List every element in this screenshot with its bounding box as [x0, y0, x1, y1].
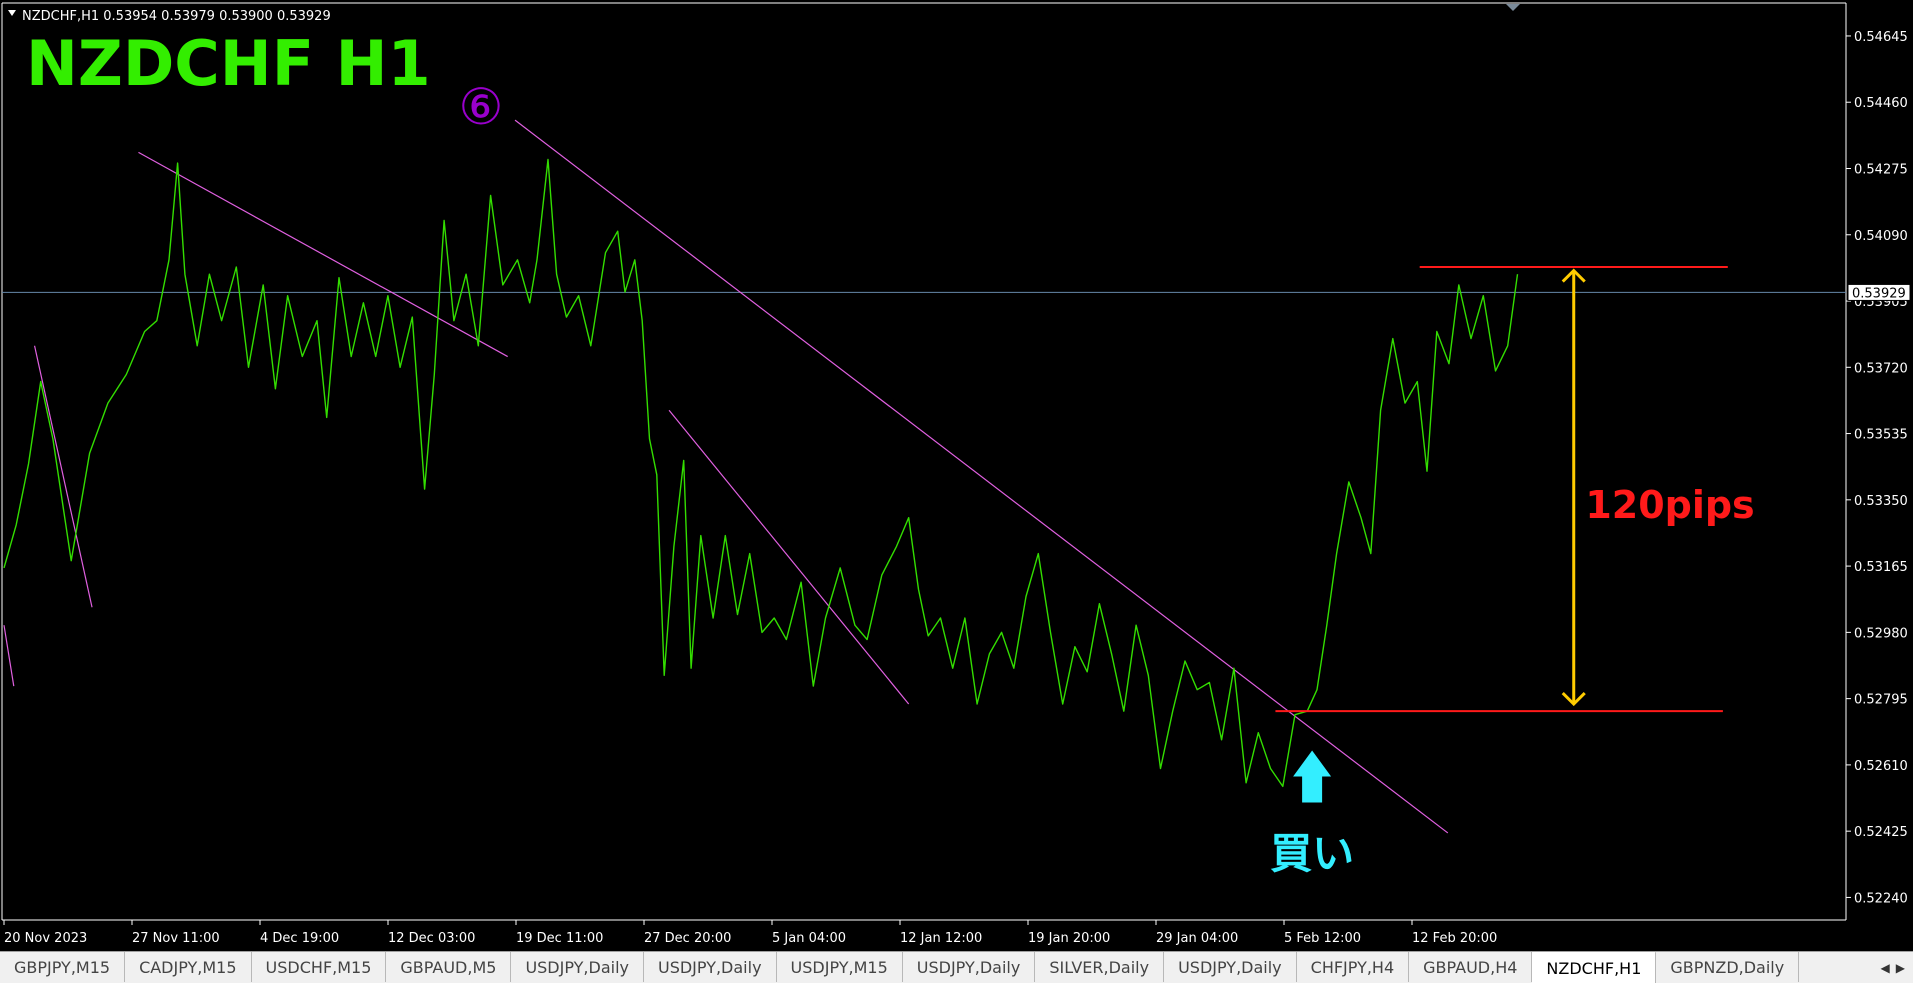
chart-title: NZDCHF H1 — [26, 27, 431, 100]
current-price-tag: 0.53929 — [1847, 283, 1911, 301]
chart-tab[interactable]: CHFJPY,H4 — [1297, 952, 1410, 982]
price-tick-label: 0.54275 — [1854, 162, 1908, 177]
chart-tab[interactable]: USDJPY,Daily — [511, 952, 644, 982]
time-tick-label: 12 Feb 20:00 — [1412, 931, 1497, 946]
time-tick-label: 12 Dec 03:00 — [388, 931, 475, 946]
price-tick-label: 0.53350 — [1854, 494, 1908, 509]
time-tick-label: 5 Feb 12:00 — [1284, 931, 1361, 946]
price-tick-label: 0.52795 — [1854, 693, 1908, 708]
price-tick-label: 0.52240 — [1854, 891, 1908, 906]
price-tick-label: 0.54460 — [1854, 96, 1908, 111]
time-tick-label: 27 Dec 20:00 — [644, 931, 731, 946]
price-tick-label: 0.53165 — [1854, 560, 1908, 575]
time-tick-label: 29 Jan 04:00 — [1156, 931, 1238, 946]
price-tick-label: 0.53720 — [1854, 361, 1908, 376]
chart-tab[interactable]: GBPJPY,M15 — [0, 952, 126, 982]
chart-tab[interactable]: CADJPY,M15 — [125, 952, 252, 982]
price-tick-label: 0.54090 — [1854, 229, 1908, 244]
time-tick-label: 19 Jan 20:00 — [1028, 931, 1110, 946]
chart-tab[interactable]: USDJPY,Daily — [644, 952, 777, 982]
chart-tab[interactable]: NZDCHF,H1 — [1532, 952, 1657, 983]
scroll-left-icon[interactable]: ◀ — [1881, 961, 1890, 975]
time-tick-label: 5 Jan 04:00 — [772, 931, 846, 946]
time-tick-label: 20 Nov 2023 — [4, 931, 87, 946]
chart-tab[interactable]: USDCHF,M15 — [252, 952, 387, 982]
time-tick-label: 4 Dec 19:00 — [260, 931, 339, 946]
chart-tab[interactable]: USDJPY,M15 — [777, 952, 903, 982]
chart-tab[interactable]: GBPAUD,M5 — [386, 952, 512, 982]
trading-terminal: NZDCHF,H1 0.53954 0.53979 0.53900 0.5392… — [0, 0, 1913, 983]
chart-tab[interactable]: SILVER,Daily — [1035, 952, 1165, 982]
price-tick-label: 0.54645 — [1854, 30, 1908, 45]
chart-tab[interactable]: GBPAUD,H4 — [1409, 952, 1533, 982]
chart-canvas[interactable]: NZDCHF,H1 0.53954 0.53979 0.53900 0.5392… — [0, 0, 1913, 950]
time-tick-label: 19 Dec 11:00 — [516, 931, 603, 946]
price-tick-label: 0.52425 — [1854, 825, 1908, 840]
chart-tabs: GBPJPY,M15 CADJPY,M15 USDCHF,M15 GBPAUD,M5 U… — [0, 952, 1800, 983]
price-chart[interactable]: NZDCHF,H1 0.53954 0.53979 0.53900 0.5392… — [0, 0, 1913, 950]
buy-label: 買い — [1270, 829, 1354, 878]
range-label: 120pips — [1585, 483, 1754, 527]
price-tick-label: 0.52980 — [1854, 626, 1908, 641]
chart-tab[interactable]: USDJPY,Daily — [1164, 952, 1297, 982]
time-tick-label: 27 Nov 11:00 — [132, 931, 220, 946]
chart-tab[interactable]: USDJPY,Daily — [903, 952, 1036, 982]
chart-tab-bar: GBPJPY,M15 CADJPY,M15 USDCHF,M15 GBPAUD,M5 U… — [0, 951, 1913, 983]
tab-navigation: ◀ ▶ — [1873, 952, 1913, 983]
chart-tab[interactable]: GBPNZD,Daily — [1656, 952, 1800, 982]
chart-background — [0, 0, 1913, 950]
price-tick-label: 0.52610 — [1854, 759, 1908, 774]
ohlc-info: NZDCHF,H1 0.53954 0.53979 0.53900 0.5392… — [22, 9, 331, 24]
scroll-right-icon[interactable]: ▶ — [1896, 961, 1905, 975]
time-tick-label: 12 Jan 12:00 — [900, 931, 982, 946]
wave-marker: ⑥ — [459, 78, 504, 136]
price-tick-label: 0.53535 — [1854, 428, 1908, 443]
price-tag-value: 0.53929 — [1852, 286, 1906, 301]
